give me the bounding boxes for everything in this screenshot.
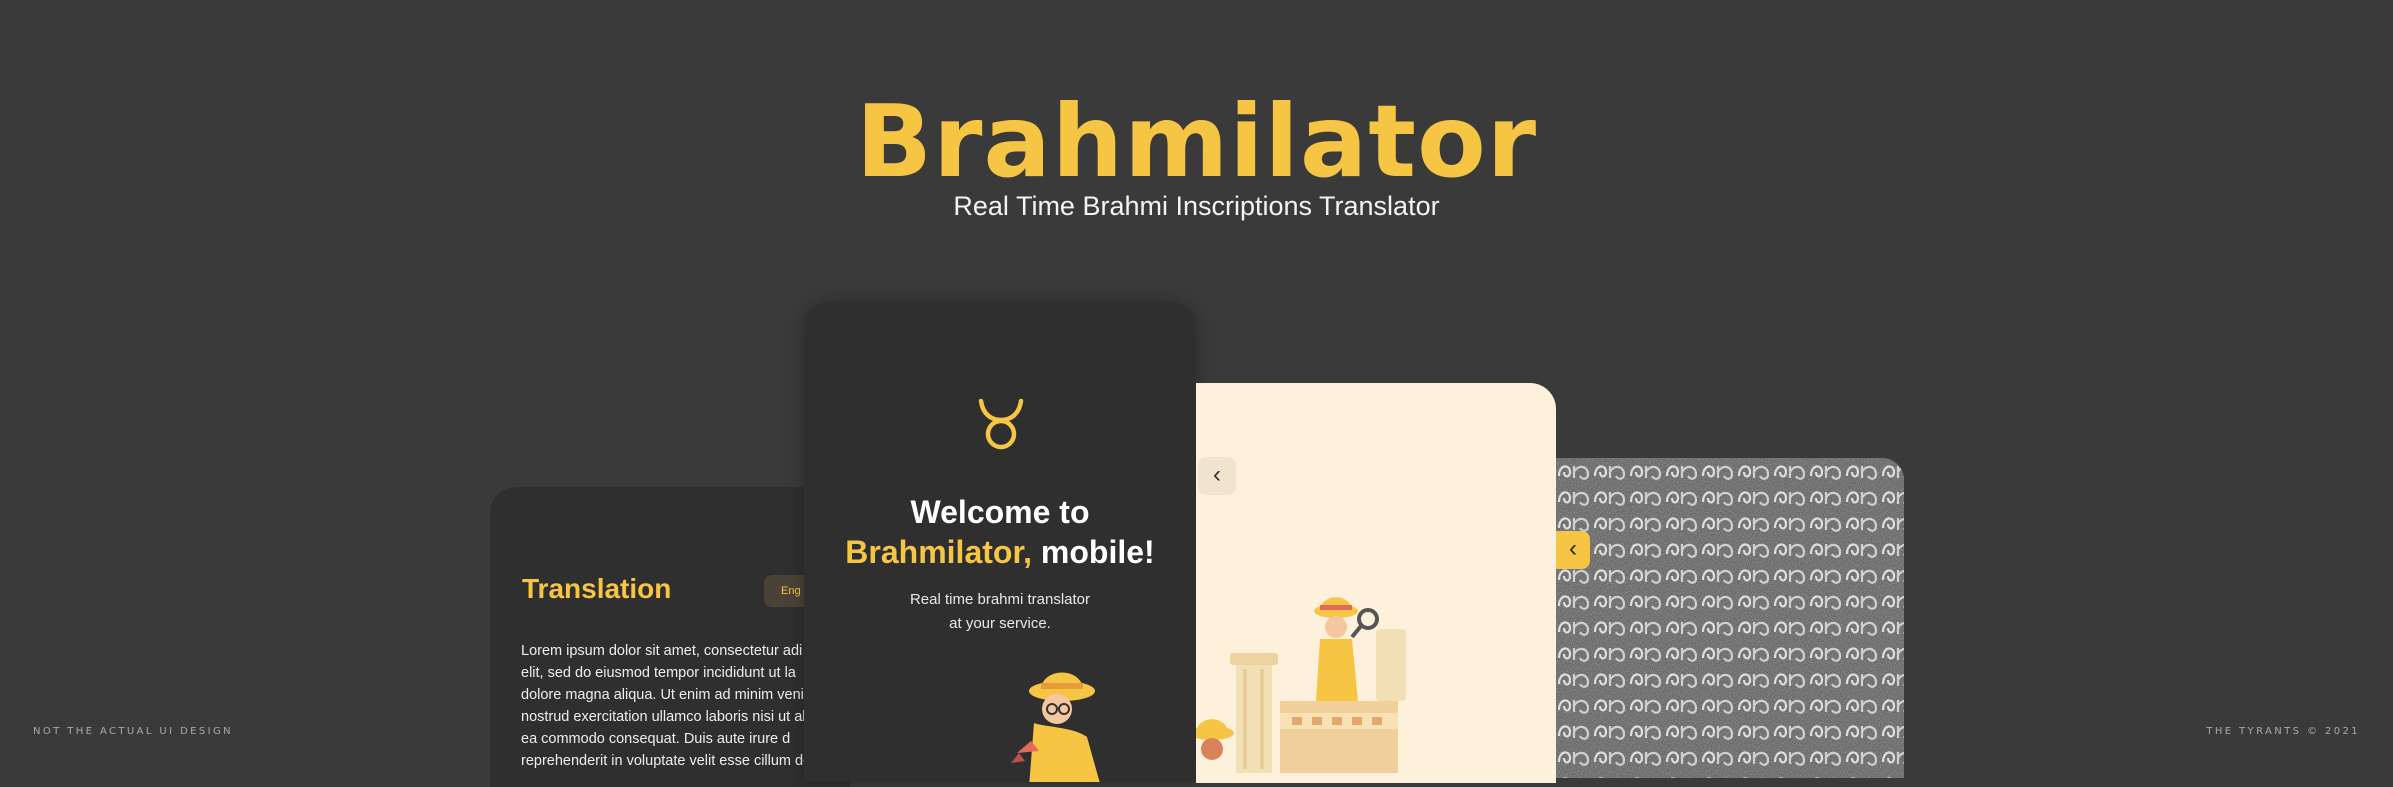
app-subtitle: Real Time Brahmi Inscriptions Translator xyxy=(953,191,1440,221)
stone-inscription-image xyxy=(1556,458,1904,778)
welcome-screen-mockup: Welcome to Brahmilator, mobile! Real tim… xyxy=(804,302,1196,782)
welcome-heading-line2: Brahmilator, mobile! xyxy=(804,532,1196,572)
chevron-left-icon: ‹ xyxy=(1213,461,1221,488)
taurus-icon xyxy=(978,398,1024,450)
inscription-screen-mockup: ‹ xyxy=(1556,458,1904,778)
illustration-screen-mockup: ‹ xyxy=(1196,383,1556,783)
app-title: Brahmilator xyxy=(855,83,1538,200)
translation-screen-mockup: Translation Eng Lorem ipsum dolor sit am… xyxy=(490,487,850,787)
copyright-note: THE TYRANTS © 2021 xyxy=(2206,726,2360,737)
explorer-illustration xyxy=(1011,672,1100,782)
back-button[interactable]: ‹ xyxy=(1556,531,1590,569)
translation-title: Translation xyxy=(522,573,672,604)
welcome-heading-rest: mobile! xyxy=(1032,534,1155,570)
translation-text: Lorem ipsum dolor sit amet, consectetur … xyxy=(521,643,812,769)
back-button[interactable]: ‹ xyxy=(1198,457,1236,495)
welcome-heading-accent: Brahmilator, xyxy=(845,534,1033,570)
chevron-left-icon: ‹ xyxy=(1569,535,1577,562)
welcome-heading-line1: Welcome to xyxy=(910,494,1090,530)
welcome-subtitle: Real time brahmi translator at your serv… xyxy=(909,591,1091,632)
disclaimer-note: NOT THE ACTUAL UI DESIGN xyxy=(33,726,234,737)
ruins-illustration xyxy=(1196,597,1406,773)
welcome-heading: Welcome to Brahmilator, mobile! xyxy=(804,492,1196,572)
